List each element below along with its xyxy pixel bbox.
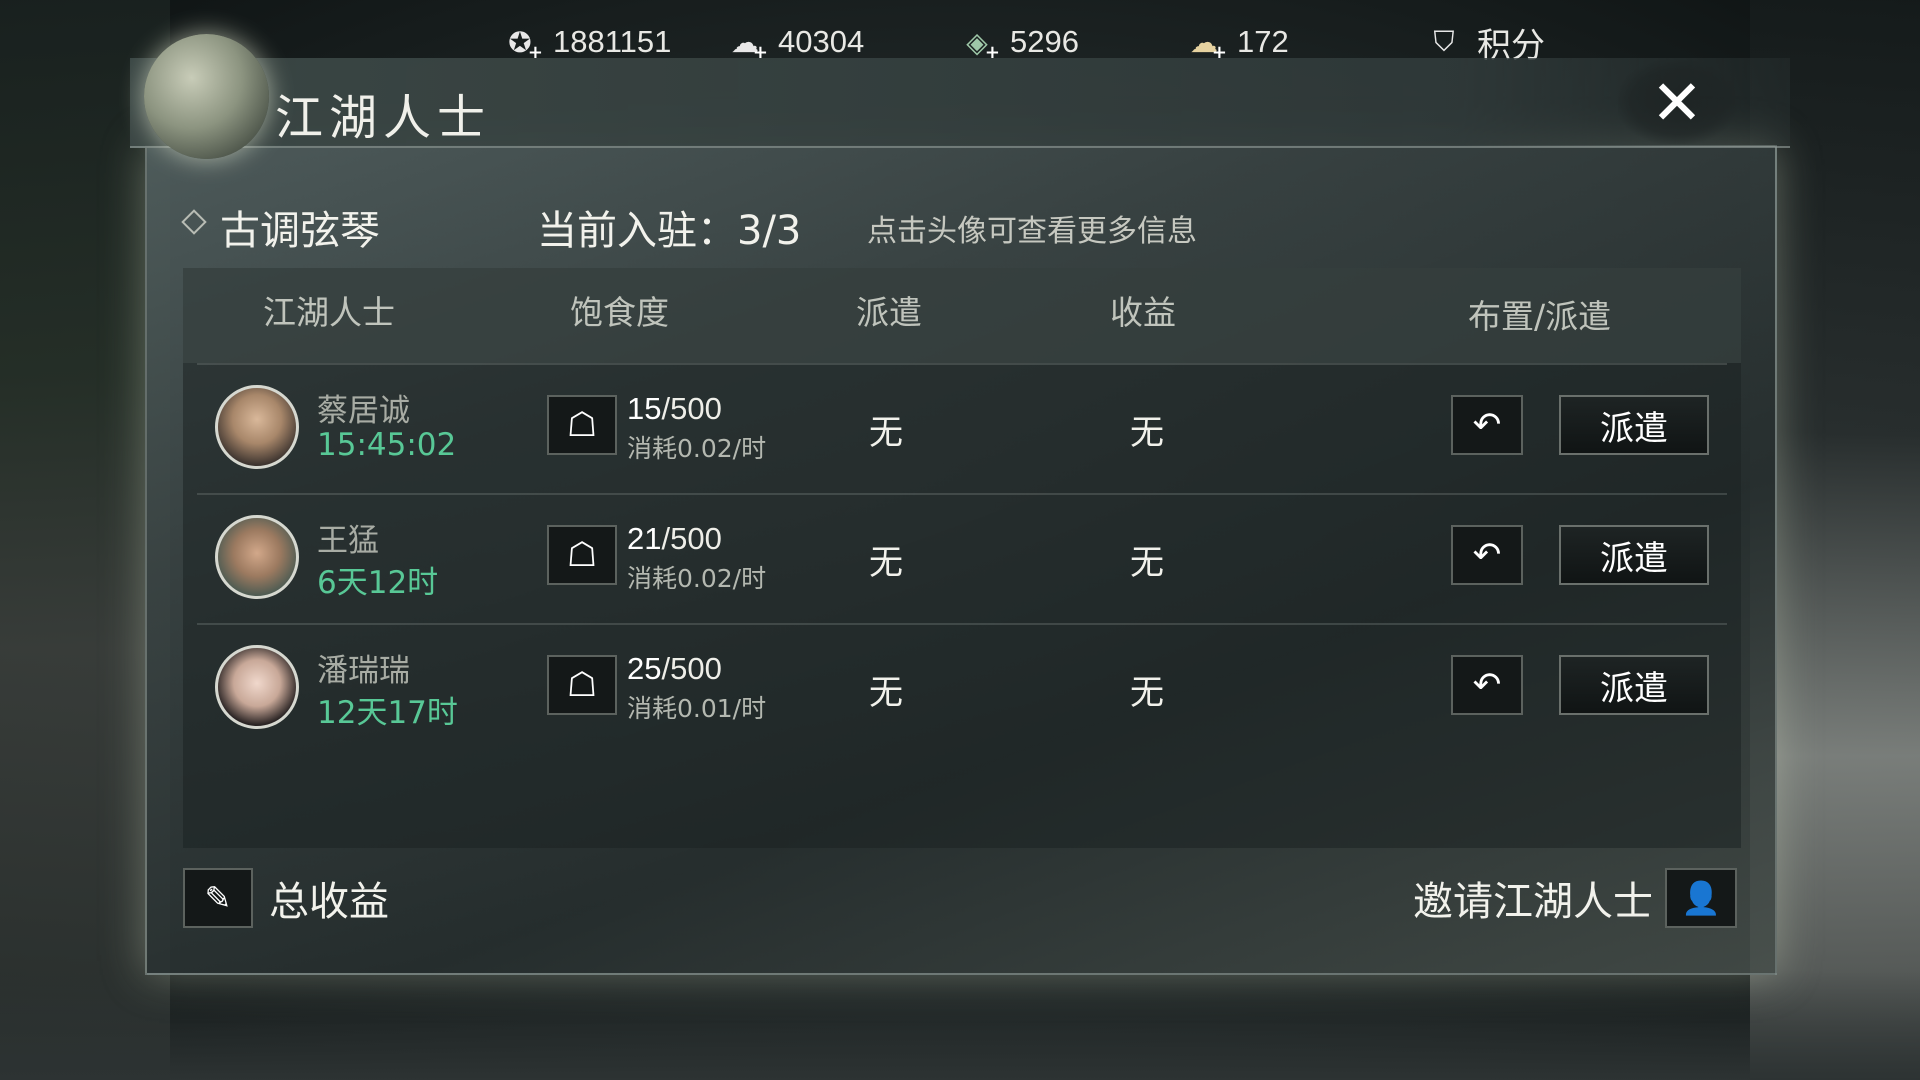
quill-icon: ✎ xyxy=(204,879,232,917)
total-income-label: 总收益 xyxy=(269,879,389,925)
currency-value: 5296 xyxy=(1010,24,1079,59)
dispatch-button[interactable]: 派遣 xyxy=(1559,525,1709,585)
npc-timer: 12天17时 xyxy=(317,695,458,731)
occupancy-count: 当前入驻：3/3 xyxy=(537,208,802,254)
satiety-rate: 消耗0.02/时 xyxy=(627,434,767,463)
income-value: 无 xyxy=(1130,673,1164,713)
arrange-icon: ↶ xyxy=(1472,405,1502,445)
npc-name: 王猛 xyxy=(317,523,379,559)
income-value: 无 xyxy=(1130,413,1164,453)
panel-title: 江湖人士 xyxy=(275,90,492,146)
currency-value: 172 xyxy=(1237,24,1289,59)
npc-avatar[interactable] xyxy=(215,645,299,729)
arrange-icon: ↶ xyxy=(1472,665,1502,705)
header-income: 收益 xyxy=(1110,293,1176,332)
hint-text: 点击头像可查看更多信息 xyxy=(867,214,1197,249)
npc-timer: 6天12时 xyxy=(317,565,439,601)
feed-icon: ☖ xyxy=(566,405,598,445)
feed-icon: ☖ xyxy=(566,535,598,575)
header-npc: 江湖人士 xyxy=(263,293,395,332)
moon-emblem xyxy=(144,34,269,159)
satiety-value: 21/500 xyxy=(627,521,722,556)
table-header: 江湖人士 饱食度 派遣 收益 布置/派遣 xyxy=(183,268,1741,363)
arrange-button[interactable]: ↶ xyxy=(1451,525,1523,585)
header-satiety: 饱食度 xyxy=(570,293,669,332)
currency-value: 1881151 xyxy=(553,24,672,59)
currency-value: 40304 xyxy=(778,24,865,59)
arrange-button[interactable]: ↶ xyxy=(1451,395,1523,455)
add-user-icon: 👤 xyxy=(1681,879,1721,917)
total-income-button[interactable]: ✎ xyxy=(183,868,253,928)
header-dispatch: 派遣 xyxy=(856,293,922,332)
invite-area: 邀请江湖人士 👤 xyxy=(1413,868,1737,928)
background-ground xyxy=(0,970,1920,1080)
dispatch-button[interactable]: 派遣 xyxy=(1559,655,1709,715)
npc-timer: 15:45:02 xyxy=(317,427,457,463)
npc-avatar[interactable] xyxy=(215,515,299,599)
satiety-rate: 消耗0.02/时 xyxy=(627,564,767,593)
satiety-rate: 消耗0.01/时 xyxy=(627,694,767,723)
close-icon: ✕ xyxy=(1651,65,1703,139)
npc-avatar[interactable] xyxy=(215,385,299,469)
invite-label: 邀请江湖人士 xyxy=(1413,879,1653,925)
dispatch-status: 无 xyxy=(869,543,903,583)
invite-button[interactable]: 👤 xyxy=(1665,868,1737,928)
table-row: 王猛 6天12时 ☖ 21/500 消耗0.02/时 无 无 ↶ 派遣 xyxy=(197,493,1727,621)
npc-table: 江湖人士 饱食度 派遣 收益 布置/派遣 蔡居诚 15:45:02 ☖ 15/5… xyxy=(183,268,1741,848)
building-name: 古调弦琴 xyxy=(220,208,380,254)
subheader: 古调弦琴 当前入驻：3/3 点击头像可查看更多信息 xyxy=(181,198,1745,254)
dispatch-button[interactable]: 派遣 xyxy=(1559,395,1709,455)
table-row: 潘瑞瑞 12天17时 ☖ 25/500 消耗0.01/时 无 无 ↶ 派遣 xyxy=(197,623,1727,751)
total-income-area: ✎ 总收益 xyxy=(183,868,389,928)
feed-button[interactable]: ☖ xyxy=(547,655,617,715)
table-row: 蔡居诚 15:45:02 ☖ 15/500 消耗0.02/时 无 无 ↶ 派遣 xyxy=(197,363,1727,491)
feed-button[interactable]: ☖ xyxy=(547,395,617,455)
close-button[interactable]: ✕ xyxy=(1618,60,1736,144)
arrange-button[interactable]: ↶ xyxy=(1451,655,1523,715)
income-value: 无 xyxy=(1130,543,1164,583)
feed-button[interactable]: ☖ xyxy=(547,525,617,585)
header-arrange: 布置/派遣 xyxy=(1468,297,1612,336)
dispatch-status: 无 xyxy=(869,413,903,453)
npc-name: 蔡居诚 xyxy=(317,393,410,429)
dispatch-status: 无 xyxy=(869,673,903,713)
arrange-icon: ↶ xyxy=(1472,535,1502,575)
diamond-icon xyxy=(181,209,207,235)
npc-name: 潘瑞瑞 xyxy=(317,653,410,689)
satiety-value: 15/500 xyxy=(627,391,722,426)
feed-icon: ☖ xyxy=(566,665,598,705)
satiety-value: 25/500 xyxy=(627,651,722,686)
